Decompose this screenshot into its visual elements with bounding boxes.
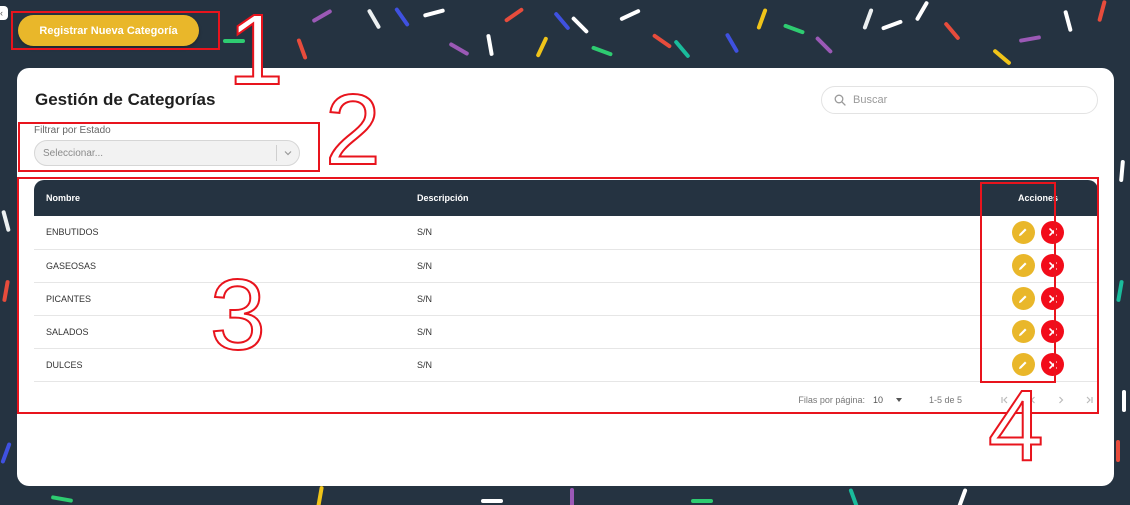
annotation-number-4: 4	[987, 370, 1045, 482]
page-title: Gestión de Categorías	[35, 90, 216, 109]
annotation-number-1: 1	[227, 0, 285, 106]
annotation-box-4	[980, 182, 1056, 383]
collapse-arrow-icon[interactable]: ‹	[0, 6, 8, 20]
annotation-number-3: 3	[209, 259, 267, 371]
search-icon	[834, 94, 846, 106]
search-box[interactable]	[821, 86, 1098, 114]
annotation-box-3	[17, 177, 1099, 414]
search-input[interactable]	[853, 94, 1073, 106]
annotation-number-2: 2	[324, 74, 382, 186]
annotation-box-1	[11, 11, 220, 50]
annotation-box-2	[18, 122, 320, 172]
